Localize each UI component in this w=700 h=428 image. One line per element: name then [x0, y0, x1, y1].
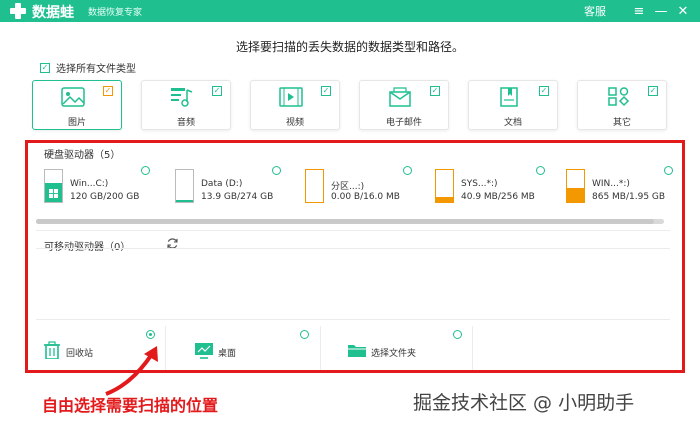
drive-radio[interactable]: [272, 166, 281, 175]
annotation-arrow: [105, 346, 158, 396]
divider: [472, 326, 473, 370]
minimize-icon[interactable]: —: [650, 0, 672, 22]
drive-icon: [305, 169, 324, 203]
drive-radio[interactable]: [536, 166, 545, 175]
drive-icon: [44, 169, 63, 203]
checkbox-icon: ✓: [40, 62, 50, 73]
checkbox-icon[interactable]: ✓: [321, 86, 331, 96]
divider: [36, 230, 670, 231]
drive-radio[interactable]: [141, 166, 150, 175]
divider: [320, 326, 321, 370]
location-label: 桌面: [218, 349, 237, 359]
checkbox-icon[interactable]: ✓: [648, 86, 658, 96]
windows-icon: [49, 189, 58, 198]
divider: [36, 248, 670, 249]
select-all-checkbox[interactable]: ✓ 选择所有文件类型: [40, 60, 136, 75]
drive-name: 分区...:): [331, 182, 365, 192]
document-icon: [500, 87, 518, 107]
drive-size: 865 MB/1.95 GB: [592, 192, 666, 202]
hard-drives-title: 硬盘驱动器（5）: [44, 150, 121, 161]
drive-name: WIN...*:): [592, 179, 630, 189]
checkbox-icon[interactable]: ✓: [539, 86, 549, 96]
support-link[interactable]: 客服: [584, 3, 606, 19]
trash-icon: [44, 341, 60, 359]
scrollbar-thumb[interactable]: [36, 219, 654, 224]
file-type-document[interactable]: ✓ 文档: [468, 80, 558, 130]
other-icon: [608, 87, 630, 107]
file-type-label: 视频: [285, 118, 304, 128]
drive-radio[interactable]: [664, 166, 673, 175]
drive-size: 120 GB/200 GB: [70, 192, 140, 202]
page-prompt: 选择要扫描的丢失数据的数据类型和路径。: [235, 40, 464, 54]
file-type-label: 电子邮件: [385, 118, 422, 128]
title-bar: 数据蛙 数据恢复专家 客服 ≡ — ✕: [0, 0, 700, 22]
drive-name: Win...C:): [70, 179, 109, 189]
file-type-email[interactable]: ✓ 电子邮件: [359, 80, 449, 130]
location-radio[interactable]: [146, 330, 155, 339]
drive-usage-fill: [436, 196, 453, 202]
desktop-icon: [195, 343, 213, 359]
location-label: 回收站: [66, 349, 94, 359]
drive-icon: [175, 169, 194, 203]
music-icon: [171, 88, 193, 107]
video-icon: [279, 87, 303, 107]
file-type-image[interactable]: ✓ 图片: [32, 80, 122, 130]
drive-size: 0.00 B/16.0 MB: [331, 192, 400, 202]
file-type-label: 图片: [67, 118, 86, 128]
checkbox-icon[interactable]: ✓: [212, 86, 222, 96]
file-type-audio[interactable]: ✓ 音频: [141, 80, 231, 130]
drive-usage-fill: [176, 200, 193, 202]
drive-name: SYS...*:): [461, 179, 498, 189]
drives-scrollbar[interactable]: [36, 219, 664, 224]
drive-icon: [435, 169, 454, 203]
file-type-other[interactable]: ✓ 其它: [577, 80, 667, 130]
file-type-label: 其它: [612, 118, 631, 128]
location-radio[interactable]: [453, 330, 462, 339]
select-all-label: 选择所有文件类型: [56, 64, 136, 75]
divider: [36, 319, 670, 320]
location-radio[interactable]: [300, 330, 309, 339]
app-name: 数据蛙: [32, 5, 74, 21]
image-icon: [61, 87, 85, 107]
email-icon: [389, 87, 411, 107]
close-icon[interactable]: ✕: [672, 0, 694, 22]
file-type-list: ✓ 图片 ✓ 音频 ✓ 视频 ✓ 电子邮件 ✓ 文档 ✓ 其它: [32, 80, 672, 132]
file-type-label: 音频: [176, 118, 195, 128]
hamburger-icon[interactable]: ≡: [628, 0, 650, 22]
removable-drives-title: 可移动驱动器（0）: [44, 238, 130, 253]
checkbox-icon[interactable]: ✓: [103, 86, 113, 96]
drive-name: Data (D:): [201, 179, 243, 189]
annotation-caption: 自由选择需要扫描的位置: [42, 396, 219, 415]
drive-size: 40.9 MB/256 MB: [461, 192, 535, 202]
app-subtitle: 数据恢复专家: [88, 8, 143, 18]
checkbox-icon[interactable]: ✓: [430, 86, 440, 96]
drive-usage-fill: [567, 187, 584, 202]
file-type-label: 文档: [503, 118, 522, 128]
folder-icon: [348, 345, 366, 357]
file-type-video[interactable]: ✓ 视频: [250, 80, 340, 130]
drive-size: 13.9 GB/274 GB: [201, 192, 274, 202]
drive-icon: [566, 169, 585, 203]
app-logo-icon: [10, 3, 26, 19]
drive-radio[interactable]: [403, 166, 412, 175]
watermark: 掘金技术社区 @ 小明助手: [413, 392, 635, 414]
location-label: 选择文件夹: [371, 349, 417, 359]
